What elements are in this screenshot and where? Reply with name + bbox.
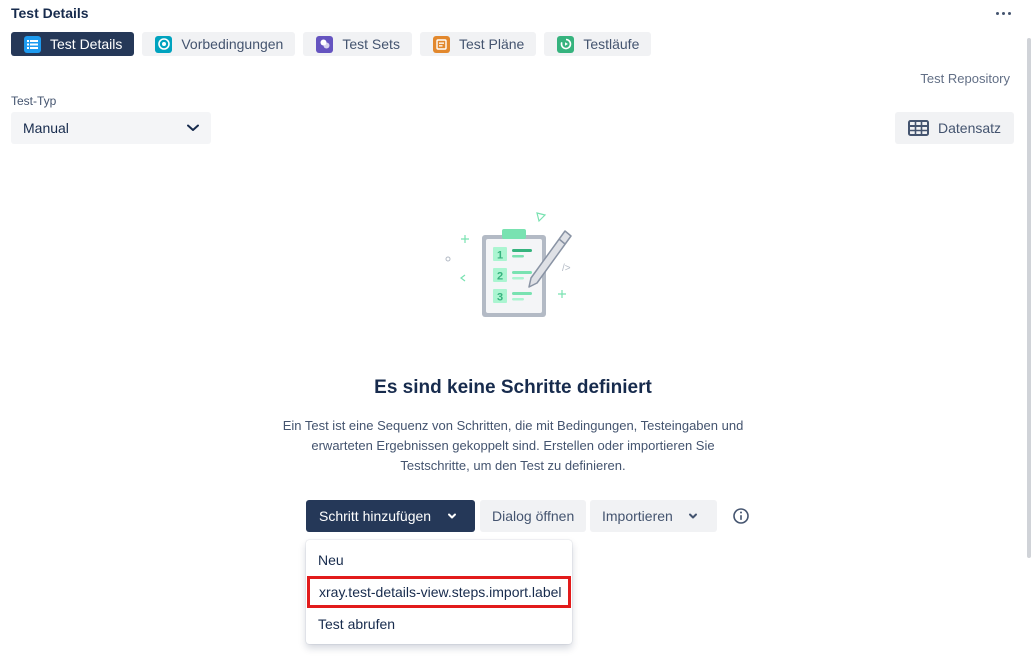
menu-item-label: xray.test-details-view.steps.import.labe… [319,584,562,600]
add-step-button[interactable]: Schritt hinzufügen [306,500,475,532]
test-plan-icon [432,35,450,53]
menu-item-label: Neu [318,552,344,568]
open-dialog-button[interactable]: Dialog öffnen [480,500,586,532]
menu-item-fetch-test[interactable]: Test abrufen [306,608,572,640]
tab-label: Test Details [50,36,123,52]
test-repository-link[interactable]: Test Repository [920,71,1010,86]
add-step-dropdown-menu: Neu xray.test-details-view.steps.import.… [306,540,572,644]
test-run-icon [557,35,575,53]
empty-state-description: Ein Test ist eine Sequenz von Schritten,… [282,418,744,473]
tab-label: Testläufe [583,36,640,52]
tab-label: Test Sets [342,36,400,52]
clipboard-checklist-icon: 1 2 3 /> [445,212,572,317]
step-number: 1 [497,250,503,262]
more-options-button[interactable] [990,4,1016,22]
open-dialog-label: Dialog öffnen [492,508,575,524]
test-sets-icon [316,35,334,53]
tab-label: Vorbedingungen [181,36,284,52]
step-number: 2 [497,271,503,283]
menu-item-label: Test abrufen [318,616,396,632]
add-step-label: Schritt hinzufügen [319,508,432,524]
table-icon [908,120,929,136]
more-horizontal-icon [995,11,999,15]
import-label: Importieren [602,508,673,524]
code-mark: /> [562,263,571,274]
tab-test-sets[interactable]: Test Sets [303,32,412,56]
step-number: 3 [497,292,503,304]
import-button[interactable]: Importieren [590,500,717,532]
page-title: Test Details [11,5,89,21]
dataset-button-label: Datensatz [938,120,1002,136]
more-dot [1007,11,1011,15]
tab-bar: Test Details Vorbedingungen Test Sets Te… [11,32,652,56]
empty-state-title: Es sind keine Schritte definiert [374,377,652,398]
tab-testlaeufe[interactable]: Testläufe [544,32,652,56]
precondition-icon [155,35,173,53]
test-type-value: Manual [23,120,69,136]
tab-label: Test Pläne [458,36,525,52]
tab-vorbedingungen[interactable]: Vorbedingungen [142,32,296,56]
chevron-down-icon [187,124,199,131]
menu-item-import[interactable]: xray.test-details-view.steps.import.labe… [307,576,571,608]
chevron-down-icon [689,513,697,519]
tab-test-plaene[interactable]: Test Pläne [419,32,537,56]
info-icon[interactable] [732,507,750,525]
menu-item-new[interactable]: Neu [306,544,572,576]
list-icon [24,35,41,53]
test-type-select[interactable]: Manual [11,112,211,144]
dataset-button[interactable]: Datensatz [895,112,1014,144]
chevron-down-icon [448,513,456,519]
scrollbar[interactable] [1027,38,1031,558]
test-type-label: Test-Typ [11,94,57,108]
tab-test-details[interactable]: Test Details [11,32,135,56]
more-dot [1001,11,1005,15]
